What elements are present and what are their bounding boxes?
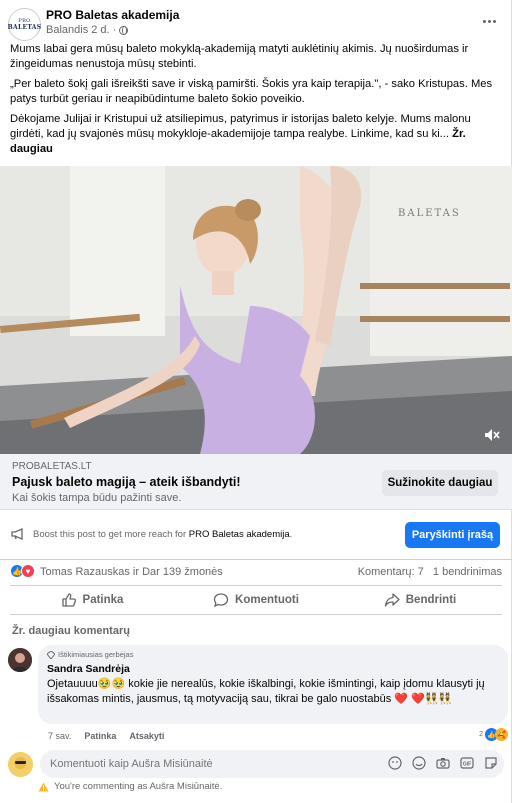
comment-button[interactable]: Komentuoti: [174, 586, 338, 614]
post-video[interactable]: BALETAS: [0, 166, 512, 454]
boost-post-button[interactable]: Paryškinti įrašą: [405, 522, 500, 548]
post-card: PRO BALETAS PRO Baletas akademija Baland…: [0, 0, 512, 803]
logo-text-bottom: BALETAS: [7, 24, 42, 31]
boost-page-name: PRO Baletas akademija: [188, 529, 290, 540]
comment-icon: [213, 593, 229, 608]
user-photo: [8, 752, 33, 777]
more-options-icon[interactable]: [478, 10, 500, 32]
comment-age[interactable]: 7 sav.: [48, 731, 71, 741]
warning-icon: [38, 782, 49, 791]
comment-bubble: Ištikimiausias gerbėjas Sandra Sandrėja …: [38, 645, 508, 724]
post-paragraph: „Per baleto šokį gali išreikšti save ir …: [10, 78, 493, 105]
commenting-as-text: You're commenting as Aušra Misiūnaitė.: [54, 781, 223, 792]
share-icon: [384, 593, 400, 607]
post-date[interactable]: Balandis 2 d.: [46, 24, 110, 36]
link-title[interactable]: Pajusk baleto magiją – ateik išbandyti!: [12, 475, 241, 489]
comment-like-button[interactable]: Patinka: [84, 731, 116, 741]
comment-item: Ištikimiausias gerbėjas Sandra Sandrėja …: [8, 645, 508, 745]
comment-label: Komentuoti: [235, 594, 299, 606]
share-button[interactable]: Bendrinti: [338, 586, 502, 614]
comment-share-counts: Komentarų: 7 1 bendrinimas: [358, 566, 502, 578]
engagement-stats: 👍 ♥ Tomas Razauskas ir Dar 139 žmonės Ko…: [10, 562, 502, 582]
post-paragraph-text: Dėkojame Julijai ir Kristupui už atsilie…: [10, 113, 471, 140]
mute-icon[interactable]: [484, 428, 500, 442]
boost-text: Boost this post to get more reach for PR…: [33, 529, 292, 540]
comment-text: Ojetauuuu🥹🥹 kokie jie nerealūs, kokie iš…: [47, 678, 485, 705]
studio-sign: BALETAS: [398, 208, 461, 219]
comment-reaction-count: 2: [479, 731, 483, 738]
gif-icon[interactable]: GIF: [460, 756, 474, 770]
commenter-photo: [8, 648, 32, 672]
post-text: Mums labai gera mūsų baleto mokyklą-akad…: [10, 42, 504, 162]
top-fan-label: Ištikimiausias gerbėjas: [58, 650, 134, 659]
care-reaction-icon: 🥰: [495, 728, 508, 741]
megaphone-icon: [11, 528, 23, 540]
comment-reply-button[interactable]: Atsakyti: [129, 731, 164, 741]
page-avatar[interactable]: PRO BALETAS: [8, 8, 41, 41]
page-name[interactable]: PRO Baletas akademija: [46, 8, 179, 22]
learn-more-button[interactable]: Sužinokite daugiau: [382, 470, 498, 496]
top-fan-badge: Ištikimiausias gerbėjas: [47, 650, 499, 659]
comment-composer: GIF: [8, 750, 504, 778]
commenter-avatar[interactable]: [8, 648, 32, 672]
comment-author[interactable]: Sandra Sandrėja: [47, 663, 499, 675]
camera-icon[interactable]: [436, 756, 450, 770]
link-preview[interactable]: PROBALETAS.LT Pajusk baleto magiją – ate…: [0, 454, 512, 510]
like-label: Patinka: [82, 594, 124, 606]
link-domain: PROBALETAS.LT: [12, 461, 92, 472]
dot-separator: ·: [112, 24, 117, 36]
reaction-icons[interactable]: 👍 ♥: [10, 564, 35, 578]
user-avatar[interactable]: [8, 752, 33, 777]
boost-text-suffix: .: [289, 529, 293, 540]
share-label: Bendrinti: [405, 594, 457, 606]
action-bar: Patinka Komentuoti Bendrinti: [10, 585, 502, 615]
boost-bar: Boost this post to get more reach for PR…: [0, 510, 512, 560]
globe-icon: [119, 25, 129, 35]
thumbs-up-icon: [61, 593, 76, 607]
commenting-as-notice: You're commenting as Aušra Misiūnaitė.: [38, 781, 222, 792]
love-reaction-icon: ♥: [21, 564, 35, 578]
reaction-names[interactable]: Tomas Razauskas ir Dar 139 žmonės: [40, 566, 223, 578]
post-paragraph: Mums labai gera mūsų baleto mokyklą-akad…: [10, 43, 469, 70]
boost-text-prefix: Boost this post to get more reach for: [33, 529, 189, 540]
diamond-icon: [47, 650, 55, 659]
comment-count[interactable]: Komentarų: 7: [358, 566, 424, 578]
composer-tools: GIF: [388, 756, 498, 770]
post-meta: Balandis 2 d. ·: [46, 24, 129, 36]
emoji-icon[interactable]: [412, 756, 426, 770]
share-count[interactable]: 1 bendrinimas: [433, 566, 502, 578]
comment-reactions[interactable]: 2 👍 🥰: [479, 728, 508, 741]
comment-meta: 7 sav. Patinka Atsakyti: [48, 731, 164, 741]
ballet-photo: BALETAS: [0, 166, 512, 454]
like-button[interactable]: Patinka: [10, 586, 174, 614]
post-header: PRO BALETAS PRO Baletas akademija Baland…: [8, 6, 504, 42]
post-paragraph: Dėkojame Julijai ir Kristupui už atsilie…: [10, 112, 504, 157]
see-more-comments-link[interactable]: Žr. daugiau komentarų: [12, 625, 130, 637]
link-description: Kai šokis tampa būdu pažinti save.: [12, 492, 182, 504]
sticker-icon[interactable]: [484, 756, 498, 770]
svg-text:GIF: GIF: [463, 762, 471, 768]
avatar-sticker-icon[interactable]: [388, 756, 402, 770]
